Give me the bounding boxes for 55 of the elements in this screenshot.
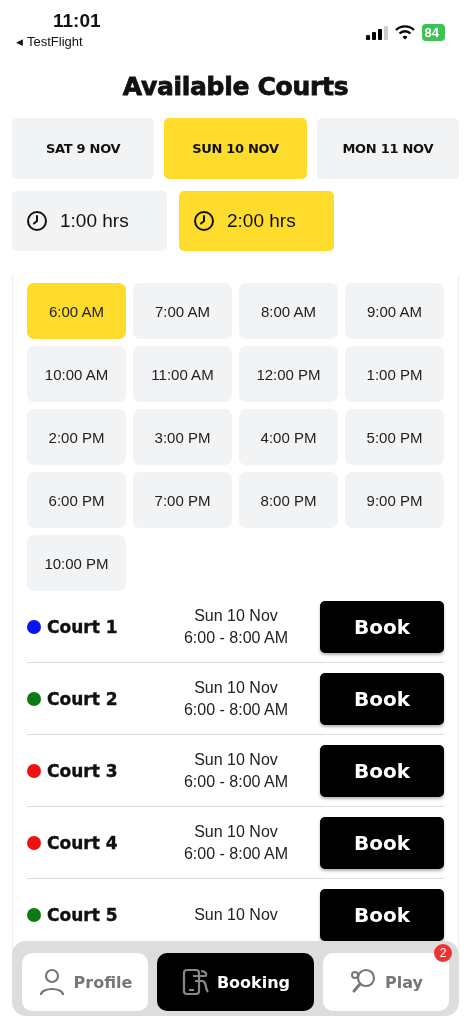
date-tab[interactable]: SAT 9 NOV: [12, 118, 155, 179]
date-tab[interactable]: MON 11 NOV: [316, 118, 459, 179]
back-app-link[interactable]: TestFlight: [27, 34, 83, 49]
court-name: Court 2: [47, 688, 118, 709]
court-date: Sun 10 Nov: [193, 605, 279, 626]
clock-time: 11:01: [52, 10, 101, 32]
time-slot[interactable]: 9:00 PM: [345, 472, 444, 528]
court-time: 6:00 - 8:00 AM: [182, 699, 290, 720]
time-slot[interactable]: 12:00 PM: [239, 346, 338, 402]
time-slot[interactable]: 7:00 AM: [133, 283, 232, 339]
wifi-icon: [394, 25, 415, 40]
time-slot[interactable]: 6:00 PM: [27, 472, 126, 528]
nav-tab[interactable]: Profile: [22, 953, 148, 1011]
clock-icon: [193, 210, 215, 232]
signal-icon: [365, 25, 388, 40]
duration-option[interactable]: 1:00 hrs: [12, 191, 167, 251]
time-slot[interactable]: 1:00 PM: [345, 346, 444, 402]
back-arrow[interactable]: ◀: [16, 36, 23, 47]
court-name: Court 1: [47, 616, 118, 637]
book-button[interactable]: Book: [320, 888, 444, 941]
time-slot[interactable]: 3:00 PM: [133, 409, 232, 465]
time-slot[interactable]: 6:00 AM: [27, 283, 126, 339]
clock-icon: [26, 210, 48, 232]
nav-tab[interactable]: Booking: [156, 953, 315, 1011]
book-button[interactable]: Book: [320, 816, 444, 869]
court-time: 6:00 - 8:00 AM: [182, 627, 290, 648]
time-slot[interactable]: 2:00 PM: [27, 409, 126, 465]
court-name: Court 5: [47, 904, 118, 925]
profile-icon: [37, 967, 66, 997]
phone-icon: [180, 967, 209, 997]
time-slot[interactable]: 11:00 AM: [133, 346, 232, 402]
court-time: 6:00 - 8:00 AM: [182, 771, 290, 792]
court-name: Court 3: [47, 760, 118, 781]
court-date: Sun 10 Nov: [193, 749, 279, 770]
page-title: Available Courts: [121, 72, 350, 101]
time-slot[interactable]: 7:00 PM: [133, 472, 232, 528]
time-slot[interactable]: 10:00 AM: [27, 346, 126, 402]
time-slot[interactable]: 8:00 PM: [239, 472, 338, 528]
court-date: Sun 10 Nov: [193, 904, 279, 925]
date-tab[interactable]: SUN 10 NOV: [164, 118, 307, 179]
notification-badge: 2: [434, 944, 452, 962]
time-slot[interactable]: 8:00 AM: [239, 283, 338, 339]
court-name: Court 4: [47, 832, 118, 853]
time-slot[interactable]: 4:00 PM: [239, 409, 338, 465]
book-button[interactable]: Book: [320, 672, 444, 725]
time-slot[interactable]: 5:00 PM: [345, 409, 444, 465]
court-date: Sun 10 Nov: [193, 821, 279, 842]
court-date: Sun 10 Nov: [193, 677, 279, 698]
court-time: 6:00 - 8:00 AM: [182, 843, 290, 864]
battery-indicator: 84: [421, 24, 445, 41]
duration-option[interactable]: 2:00 hrs: [179, 191, 334, 251]
time-slot[interactable]: 9:00 AM: [345, 283, 444, 339]
time-slot[interactable]: 10:00 PM: [27, 535, 126, 591]
book-button[interactable]: Book: [320, 744, 444, 797]
book-button[interactable]: Book: [320, 600, 444, 653]
